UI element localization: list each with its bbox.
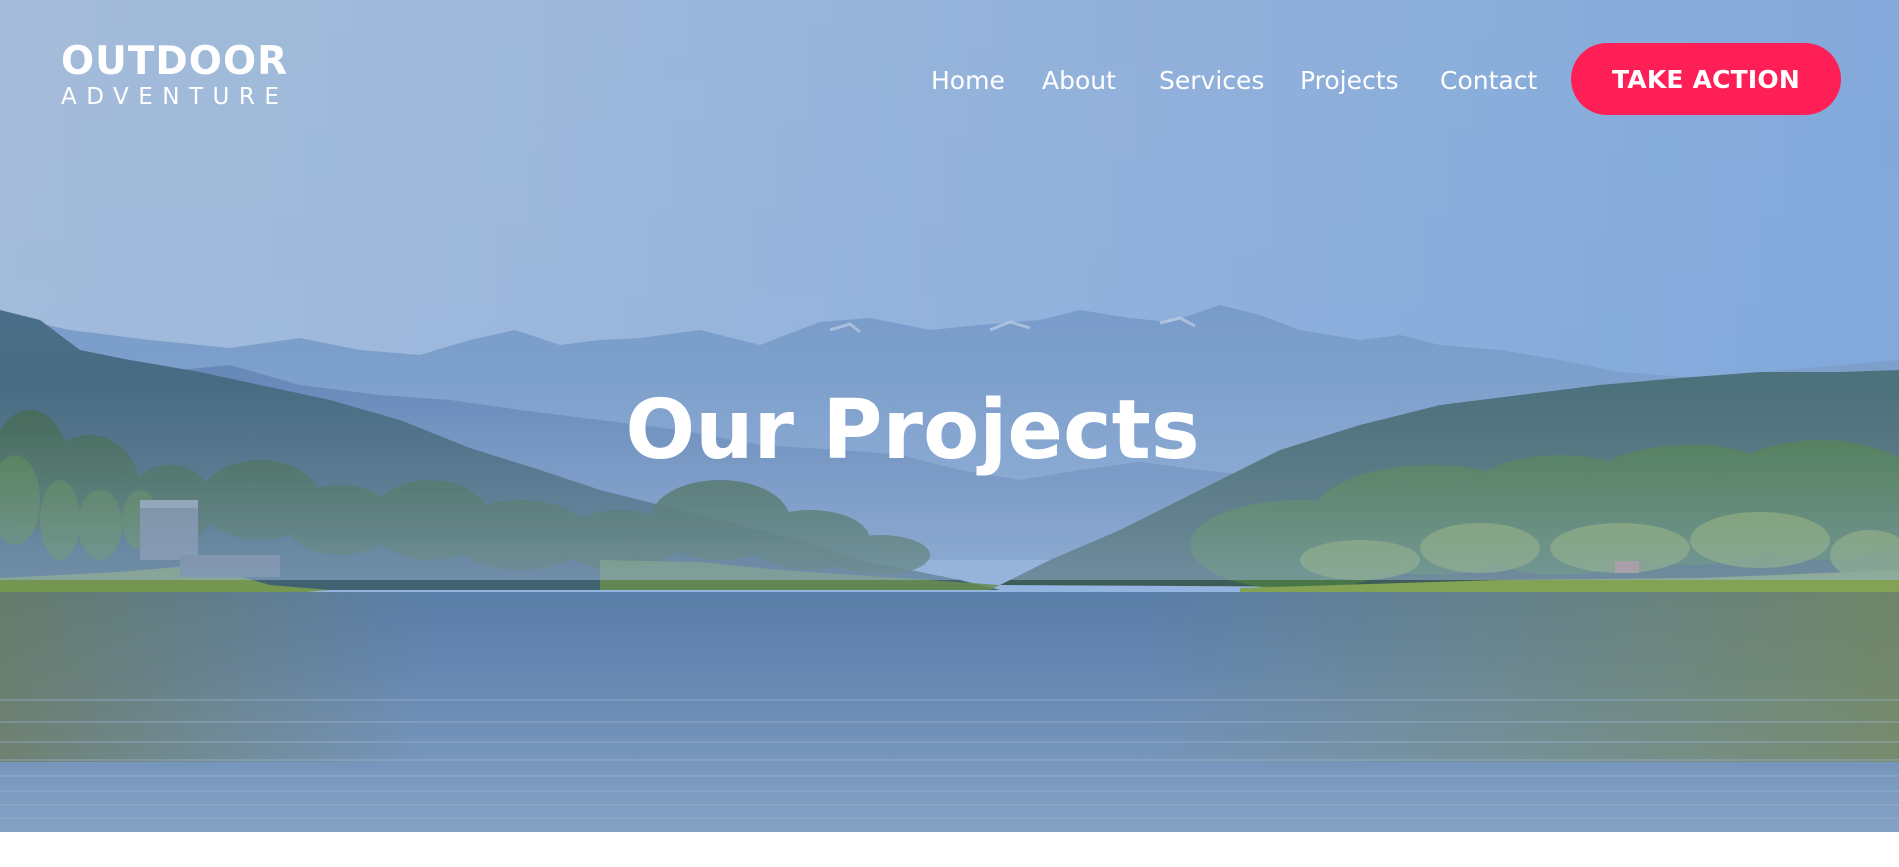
nav-item-contact[interactable]: Contact xyxy=(1440,66,1537,95)
logo-line-2: ADVENTURE xyxy=(61,84,289,110)
page-title: Our Projects xyxy=(625,383,1200,478)
nav-item-home[interactable]: Home xyxy=(931,66,1005,95)
take-action-button[interactable]: TAKE ACTION xyxy=(1571,43,1841,115)
nav-item-about[interactable]: About xyxy=(1042,66,1116,95)
logo-line-1: OUTDOOR xyxy=(61,39,289,84)
brand-logo[interactable]: OUTDOOR ADVENTURE xyxy=(61,39,289,111)
page-bottom-area xyxy=(0,832,1899,867)
nav-item-services[interactable]: Services xyxy=(1159,66,1264,95)
hero-section: OUTDOOR ADVENTURE Home About Services Pr… xyxy=(0,0,1899,832)
nav-item-projects[interactable]: Projects xyxy=(1300,66,1399,95)
